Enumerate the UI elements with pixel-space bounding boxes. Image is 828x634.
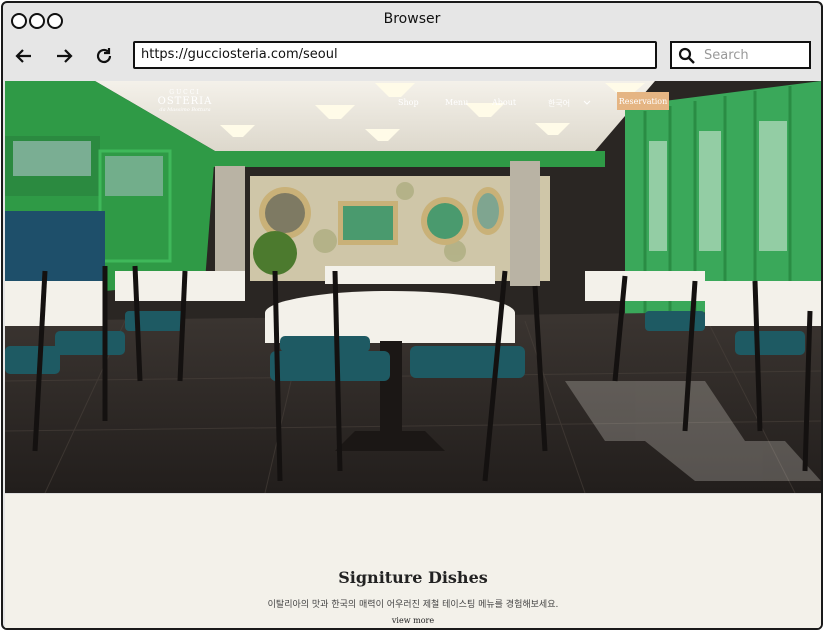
language-label: 한국어 [548,99,571,108]
browser-toolbar: https://gucciosteria.com/seoul Search [3,37,821,79]
address-bar-url: https://gucciosteria.com/seoul [141,47,338,62]
search-icon [678,47,695,64]
reservation-button[interactable]: Reservation [617,92,669,110]
back-arrow-icon [15,49,31,63]
forward-arrow-icon [57,49,73,63]
page-viewport: GUCCI OSTERIA da Massimo Bottura Shop Me… [5,81,821,628]
signature-dishes-section: Signiture Dishes 이탈리아의 맛과 한국의 매력이 어우러진 제… [5,493,821,628]
logo-line-3: da Massimo Bottura [159,107,211,113]
browser-window: Browser https://gucciosteria.com/seoul S… [1,1,823,630]
view-more-link[interactable]: view more [5,616,821,625]
address-bar[interactable]: https://gucciosteria.com/seoul [133,41,657,69]
hero-image: GUCCI OSTERIA da Massimo Bottura Shop Me… [5,81,821,493]
section-title: Signiture Dishes [338,568,488,587]
section-description: 이탈리아의 맛과 한국의 매력이 어우러진 제철 테이스팅 메뉴를 경험해보세요… [267,600,559,610]
nav-link-menu[interactable]: Menu [445,98,468,107]
title-bar: Browser [3,3,821,37]
logo-line-2: OSTERIA [157,96,213,107]
reload-icon [96,48,112,64]
restaurant-interior-photo [5,81,821,493]
back-button[interactable] [11,43,37,69]
language-selector[interactable]: 한국어 [548,98,591,109]
chevron-down-icon [583,100,590,105]
nav-link-about[interactable]: About [492,98,516,107]
logo-line-1: GUCCI [169,89,201,96]
window-title: Browser [383,11,441,27]
reload-button[interactable] [91,43,117,69]
site-logo[interactable]: GUCCI OSTERIA da Massimo Bottura [155,89,215,113]
forward-button[interactable] [51,43,77,69]
search-box[interactable]: Search [670,41,811,69]
nav-link-shop[interactable]: Shop [398,98,419,107]
search-placeholder: Search [704,48,749,63]
site-navigation: GUCCI OSTERIA da Massimo Bottura Shop Me… [5,81,821,123]
